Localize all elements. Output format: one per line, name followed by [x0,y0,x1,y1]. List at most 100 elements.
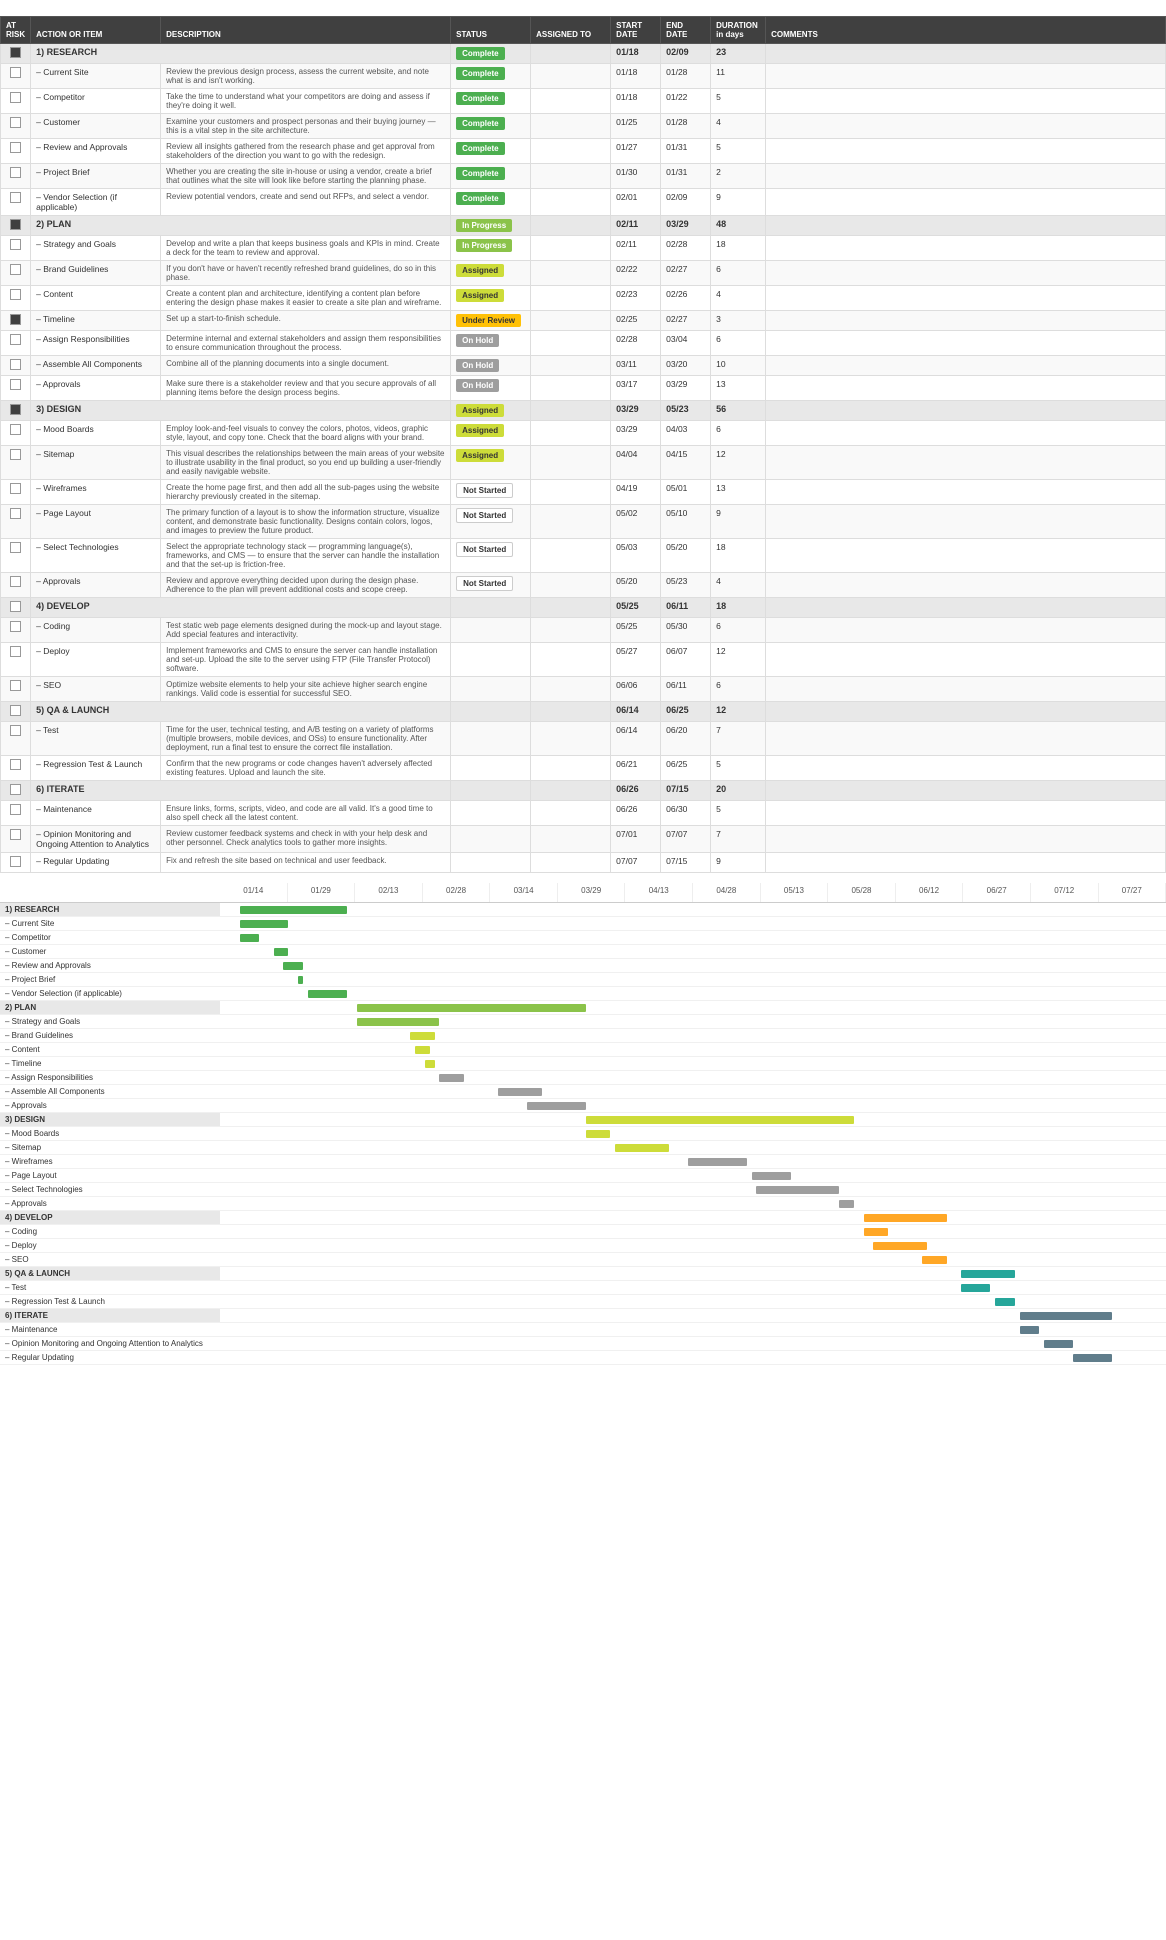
duration-cell: 9 [711,505,766,539]
gantt-bar [864,1228,888,1236]
status-cell: In Progress [451,216,531,236]
gantt-bar [922,1256,946,1264]
risk-cell[interactable] [1,801,31,826]
risk-cell[interactable] [1,573,31,598]
status-cell: In Progress [451,236,531,261]
gantt-date: 02/13 [355,883,423,902]
risk-cell[interactable] [1,643,31,677]
risk-cell[interactable] [1,164,31,189]
risk-cell[interactable] [1,286,31,311]
gantt-bar [1020,1326,1040,1334]
page-title [0,0,1166,16]
desc-cell: Fix and refresh the site based on techni… [161,853,451,873]
risk-cell[interactable] [1,216,31,236]
gantt-bar-container [220,1253,1166,1267]
gantt-bar [410,1032,434,1040]
gantt-label: – Test [0,1281,220,1295]
gantt-bar-container [220,1043,1166,1057]
gantt-date: 02/28 [423,883,491,902]
comments-cell [766,446,1166,480]
risk-cell[interactable] [1,756,31,781]
comments-cell [766,401,1166,421]
start-cell: 03/29 [611,401,661,421]
gantt-label: – Timeline [0,1057,220,1071]
risk-cell[interactable] [1,421,31,446]
gantt-date: 01/29 [288,883,356,902]
desc-cell: Combine all of the planning documents in… [161,356,451,376]
risk-cell[interactable] [1,677,31,702]
risk-cell[interactable] [1,356,31,376]
comments-cell [766,216,1166,236]
risk-cell[interactable] [1,598,31,618]
gantt-bar-container [220,1323,1166,1337]
desc-cell: Set up a start-to-finish schedule. [161,311,451,331]
risk-cell[interactable] [1,236,31,261]
comments-cell [766,702,1166,722]
start-cell: 02/22 [611,261,661,286]
risk-cell[interactable] [1,114,31,139]
gantt-bar-container [220,1099,1166,1113]
risk-cell[interactable] [1,401,31,421]
risk-cell[interactable] [1,505,31,539]
desc-cell: Implement frameworks and CMS to ensure t… [161,643,451,677]
duration-cell: 20 [711,781,766,801]
gantt-bar [615,1144,669,1152]
comments-cell [766,801,1166,826]
risk-cell[interactable] [1,781,31,801]
risk-cell[interactable] [1,331,31,356]
status-cell: Complete [451,44,531,64]
start-cell: 01/18 [611,89,661,114]
start-cell: 05/02 [611,505,661,539]
end-cell: 06/25 [661,756,711,781]
gantt-date: 03/14 [490,883,558,902]
desc-cell: Review and approve everything decided up… [161,573,451,598]
gantt-chart: 01/1401/2902/1302/2803/1403/2904/1304/28… [220,883,1166,1365]
action-cell: – Assign Responsibilities [31,331,161,356]
risk-cell[interactable] [1,618,31,643]
risk-cell[interactable] [1,376,31,401]
risk-cell[interactable] [1,539,31,573]
risk-cell[interactable] [1,261,31,286]
assigned-cell [531,114,611,139]
desc-cell: The primary function of a layout is to s… [161,505,451,539]
gantt-bar-container [220,1071,1166,1085]
assigned-cell [531,826,611,853]
end-cell: 06/07 [661,643,711,677]
gantt-bar [586,1130,610,1138]
risk-cell[interactable] [1,189,31,216]
risk-cell[interactable] [1,446,31,480]
gantt-bar [586,1116,854,1124]
status-cell: Assigned [451,446,531,480]
risk-cell[interactable] [1,64,31,89]
duration-cell: 3 [711,311,766,331]
risk-cell[interactable] [1,702,31,722]
gantt-bar-container [220,917,1166,931]
comments-cell [766,114,1166,139]
status-cell [451,702,531,722]
header-assigned: ASSIGNED TO [531,17,611,44]
status-cell: Not Started [451,573,531,598]
assigned-cell [531,236,611,261]
risk-cell[interactable] [1,722,31,756]
gantt-label: – Assign Responsibilities [0,1071,220,1085]
start-cell: 04/04 [611,446,661,480]
gantt-bar [961,1270,1015,1278]
risk-cell[interactable] [1,311,31,331]
gantt-bar-container [220,1015,1166,1029]
risk-cell[interactable] [1,853,31,873]
risk-cell[interactable] [1,139,31,164]
comments-cell [766,573,1166,598]
comments-cell [766,89,1166,114]
gantt-label: – Mood Boards [0,1127,220,1141]
assigned-cell [531,505,611,539]
gantt-label: 4) DEVELOP [0,1211,220,1225]
risk-cell[interactable] [1,826,31,853]
risk-cell[interactable] [1,89,31,114]
gantt-bar-container [220,1183,1166,1197]
duration-cell: 12 [711,446,766,480]
assigned-cell [531,64,611,89]
risk-cell[interactable] [1,44,31,64]
risk-cell[interactable] [1,480,31,505]
gantt-label: – Approvals [0,1099,220,1113]
desc-cell: Determine internal and external stakehol… [161,331,451,356]
